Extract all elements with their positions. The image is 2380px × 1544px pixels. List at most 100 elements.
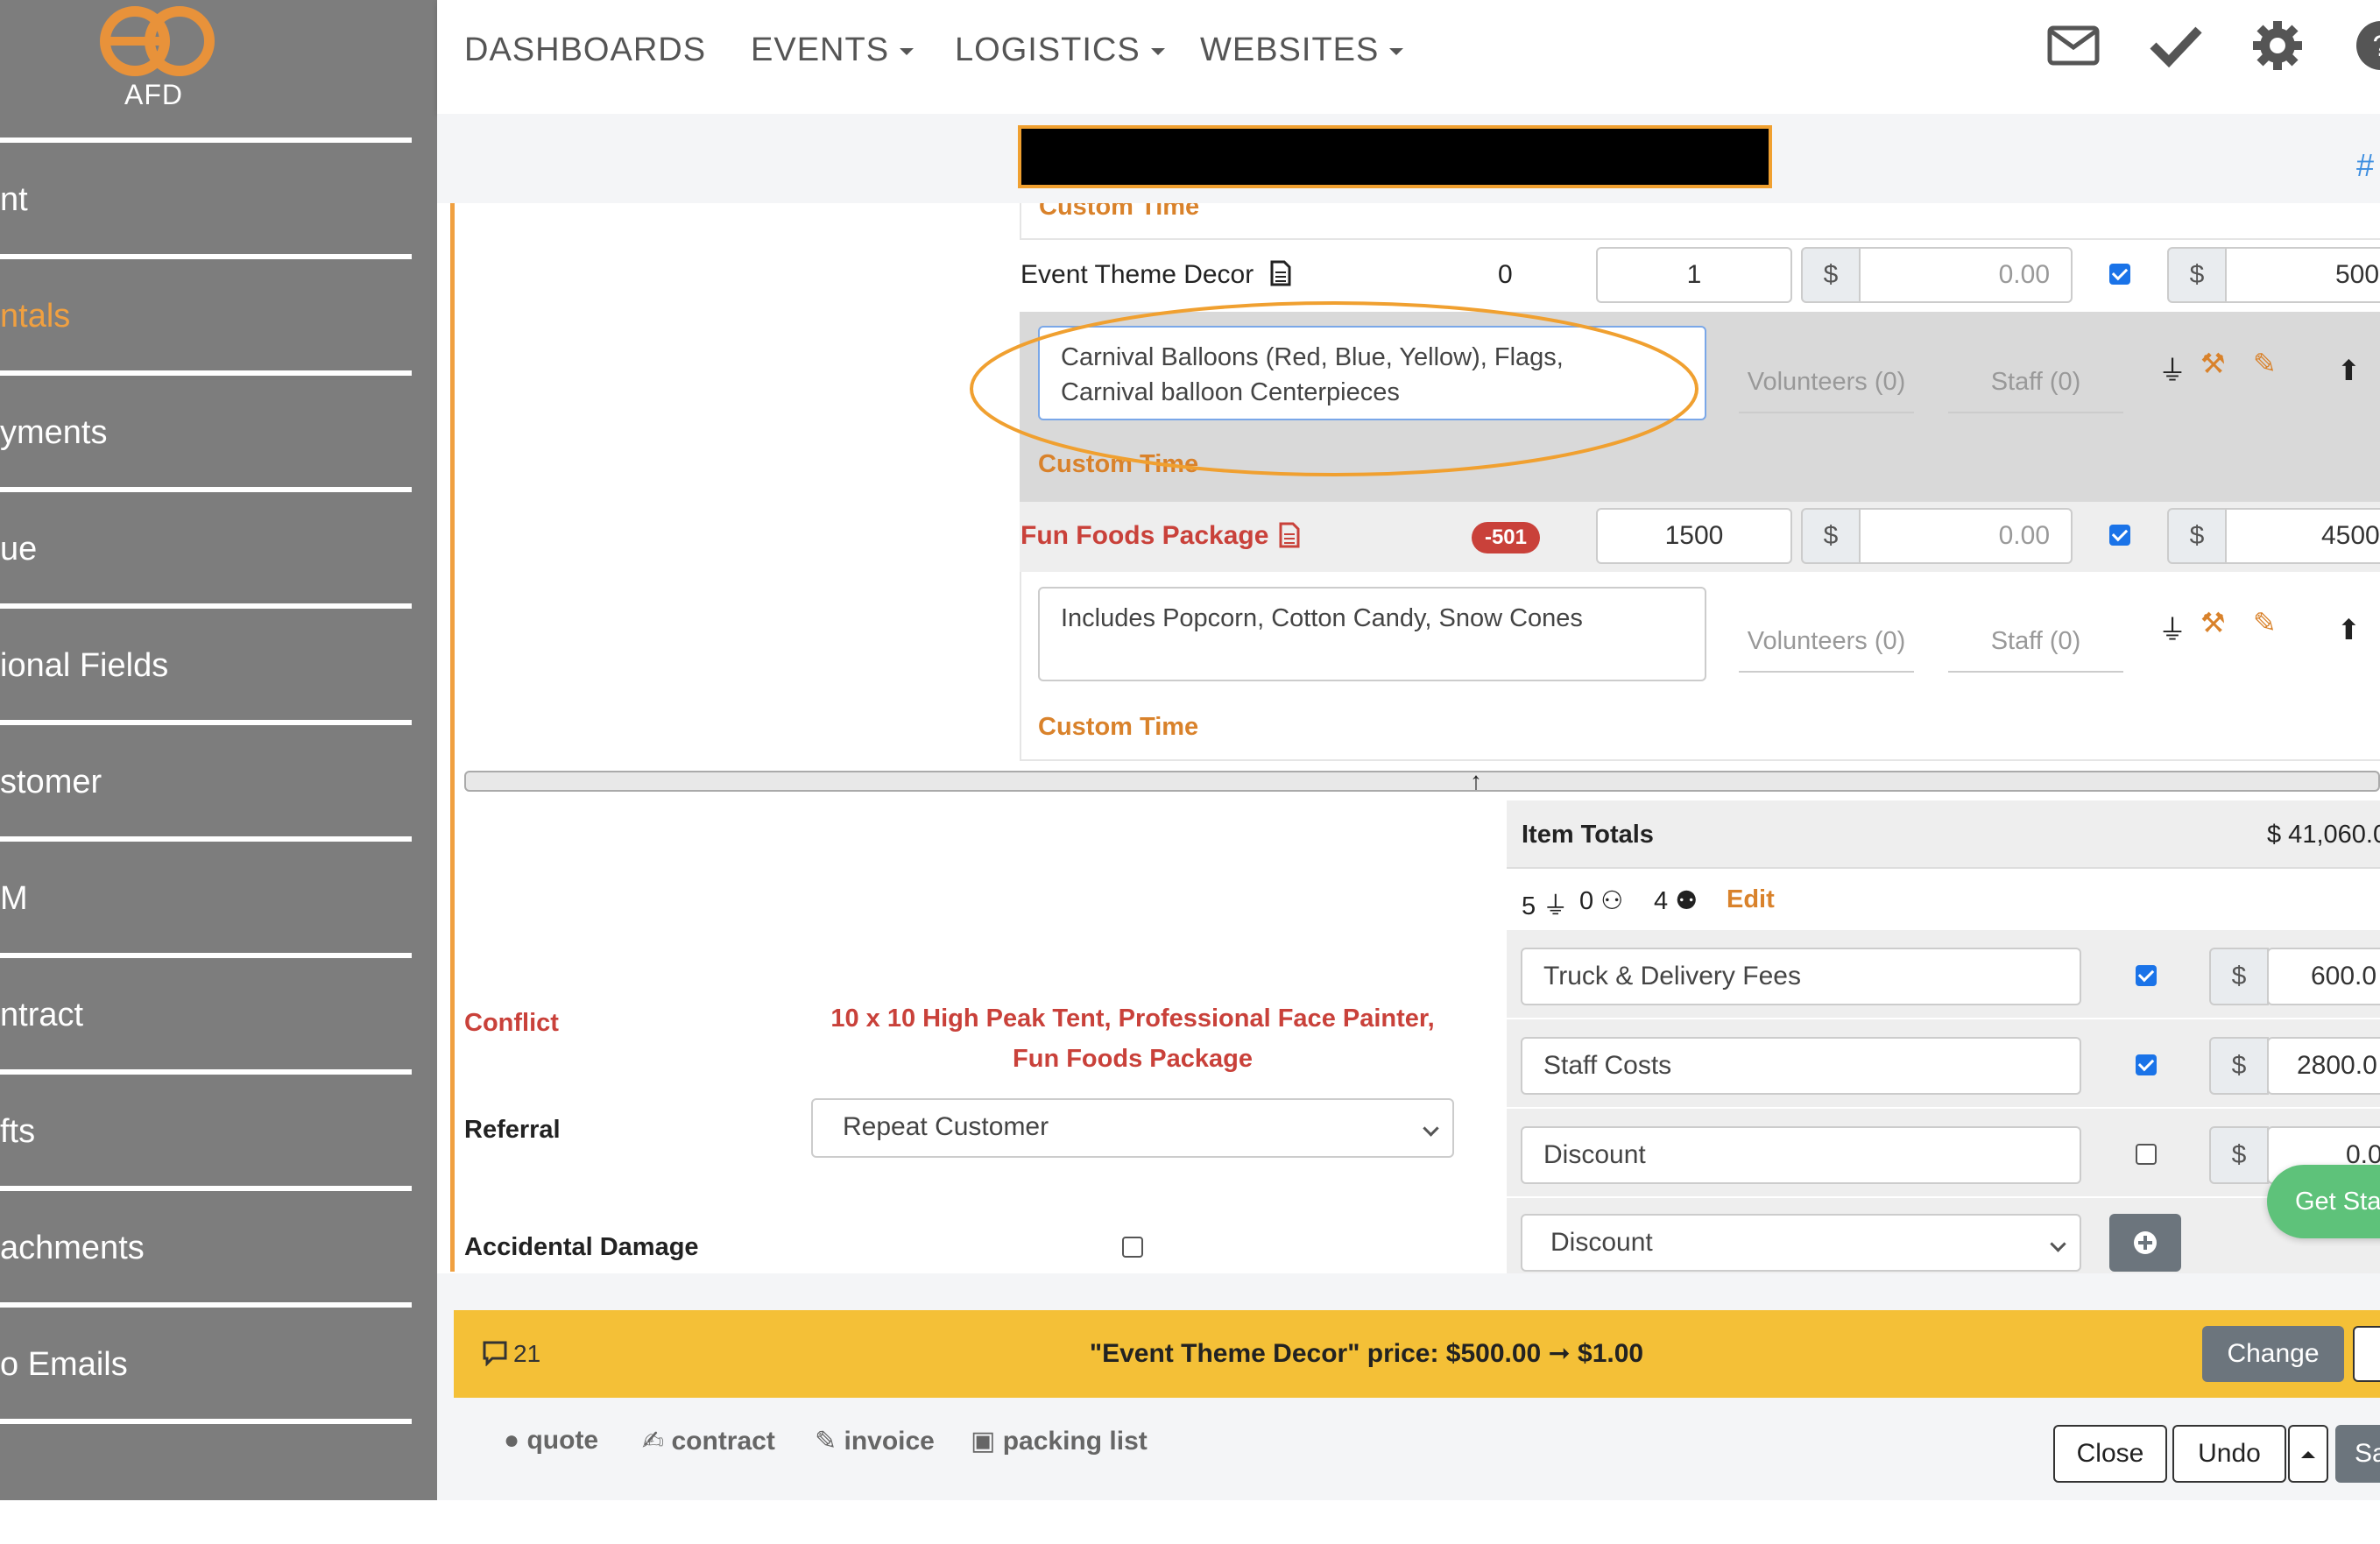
price-input[interactable]: 0.00 [1859, 247, 2073, 303]
count-value: 5 [1522, 892, 1536, 920]
sidebar-item-surveys[interactable]: veys [0, 1424, 412, 1543]
sidebar-item-attachments[interactable]: achments [0, 1191, 412, 1308]
volunteers-field[interactable]: Volunteers (0) [1739, 627, 1914, 673]
fee-checkbox[interactable] [2136, 1144, 2157, 1165]
save-button[interactable]: Sa [2335, 1425, 2380, 1483]
fee-name-input[interactable]: Staff Costs [1521, 1037, 2081, 1095]
sidebar-item-additional-fields[interactable]: ional Fields [0, 609, 412, 725]
sidebar-item-contract[interactable]: ntract [0, 958, 412, 1075]
invoice-link[interactable]: ✎ invoice [815, 1426, 935, 1456]
fee-name-input[interactable]: Discount [1521, 1126, 2081, 1184]
undo-dropdown[interactable] [2288, 1425, 2328, 1483]
edit-icon[interactable]: ✎ [2253, 606, 2277, 639]
help-icon[interactable]: ? [2353, 18, 2380, 74]
sidebar-item-crm[interactable]: M [0, 842, 412, 958]
plug-icon[interactable]: ⏚ [2158, 608, 2186, 648]
comment-count[interactable]: 21 [513, 1340, 540, 1368]
contract-link[interactable]: ✍ contract [642, 1426, 775, 1456]
item-count: 0 [1498, 260, 1513, 289]
sidebar-item-venue[interactable]: ue [0, 492, 412, 609]
packing-list-link-label: packing list [1002, 1427, 1148, 1456]
chevron-down-icon [2050, 1236, 2066, 1252]
hash-link[interactable]: # [2356, 147, 2374, 184]
check-icon[interactable] [2148, 18, 2204, 74]
description-input[interactable]: Includes Popcorn, Cotton Candy, Snow Con… [1038, 587, 1706, 681]
comment-icon[interactable] [482, 1340, 508, 1366]
sidebar-item-label: M [0, 880, 28, 917]
custom-time-link[interactable]: Custom Time [1039, 203, 1199, 222]
alert-secondary-button[interactable] [2353, 1326, 2380, 1382]
invoice-link-label: invoice [844, 1427, 935, 1456]
nav-events[interactable]: EVENTS [751, 32, 915, 69]
custom-time-link[interactable]: Custom Time [1038, 713, 1198, 742]
fee-name-input[interactable]: Truck & Delivery Fees [1521, 948, 2081, 1005]
quote-link[interactable]: ● quote [504, 1426, 598, 1456]
staff-field[interactable]: Staff (0) [1948, 627, 2123, 673]
fee-value[interactable]: 600.0 [2267, 948, 2380, 1005]
highlight-ellipse [970, 301, 1698, 476]
discount-select-value: Discount [1550, 1228, 1653, 1257]
sidebar-item-payments[interactable]: yments [0, 376, 412, 492]
staff-field[interactable]: Staff (0) [1948, 368, 2123, 413]
collapse-up-icon[interactable]: ⬆ [2337, 354, 2361, 387]
gear-icon[interactable] [2249, 18, 2306, 74]
price-input[interactable]: 0.00 [1859, 508, 2073, 564]
total-input[interactable]: 500 [2225, 247, 2380, 303]
nav-websites[interactable]: WEBSITES [1200, 32, 1404, 69]
document-icon[interactable] [1270, 260, 1291, 286]
sidebar-item-event[interactable]: nt [0, 143, 412, 259]
qty-input[interactable]: 1 [1596, 247, 1792, 303]
referral-select[interactable]: Repeat Customer [811, 1098, 1454, 1158]
price-currency: $ [1801, 247, 1861, 303]
arrow-up-icon[interactable]: ↑ [1470, 767, 1482, 795]
volunteers-field[interactable]: Volunteers (0) [1739, 368, 1914, 413]
sidebar: AFD nt ntals yments ue ional Fields stom… [0, 0, 437, 1543]
sidebar-item-auto-emails[interactable]: o Emails [0, 1308, 412, 1424]
nav-logistics[interactable]: LOGISTICS [955, 32, 1165, 69]
qty-input[interactable]: 1500 [1596, 508, 1792, 564]
nav-websites-label: WEBSITES [1200, 32, 1380, 68]
sidebar-item-label: nt [0, 181, 28, 218]
add-discount-button[interactable] [2109, 1214, 2181, 1272]
sidebar-item-label: ntract [0, 997, 84, 1033]
count-value: 0 [1579, 887, 1594, 915]
sidebar-item-rentals[interactable]: ntals [0, 259, 412, 376]
taxable-checkbox[interactable] [2109, 525, 2130, 546]
edit-link[interactable]: Edit [1727, 885, 1775, 914]
envelope-icon[interactable] [2046, 18, 2102, 74]
conflict-line: 10 x 10 High Peak Tent, Professional Fac… [830, 1005, 1435, 1033]
document-icon[interactable] [1279, 522, 1300, 548]
packing-list-link[interactable]: ▣ packing list [971, 1426, 1148, 1456]
hammer-icon[interactable]: ⚒ [2200, 347, 2226, 380]
nav-events-label: EVENTS [751, 32, 890, 68]
discount-select[interactable]: Discount [1521, 1214, 2081, 1272]
collapse-up-icon[interactable]: ⬆ [2337, 613, 2361, 646]
fee-currency: $ [2209, 948, 2269, 1005]
nav-dashboards[interactable]: DASHBOARDS [464, 32, 706, 69]
quote-link-label: quote [526, 1426, 599, 1455]
fee-currency: $ [2209, 1126, 2269, 1184]
sidebar-item-label: o Emails [0, 1346, 128, 1383]
price-currency: $ [1801, 508, 1861, 564]
contract-link-label: contract [671, 1427, 775, 1456]
total-currency: $ [2167, 508, 2227, 564]
close-button[interactable]: Close [2053, 1425, 2167, 1483]
total-input[interactable]: 4500 [2225, 508, 2380, 564]
accidental-damage-checkbox[interactable] [1122, 1237, 1143, 1258]
change-button[interactable]: Change [2202, 1326, 2344, 1382]
fee-value[interactable]: 2800.0 [2267, 1037, 2380, 1095]
taxable-checkbox[interactable] [2109, 264, 2130, 285]
hammer-icon[interactable]: ⚒ [2200, 606, 2226, 639]
sidebar-item-label: yments [0, 414, 108, 451]
sidebar-item-customer[interactable]: stomer [0, 725, 412, 842]
sidebar-item-label: ional Fields [0, 647, 169, 684]
get-started-button[interactable]: Get Sta [2267, 1165, 2380, 1238]
item-name: Fun Foods Package [1021, 521, 1269, 550]
fee-checkbox[interactable] [2136, 1054, 2157, 1075]
sidebar-item-shifts[interactable]: fts [0, 1075, 412, 1191]
undo-button[interactable]: Undo [2172, 1425, 2286, 1483]
edit-icon[interactable]: ✎ [2253, 347, 2277, 380]
plug-icon[interactable]: ⏚ [2158, 349, 2186, 389]
resize-handle[interactable] [464, 771, 2380, 792]
fee-checkbox[interactable] [2136, 965, 2157, 986]
